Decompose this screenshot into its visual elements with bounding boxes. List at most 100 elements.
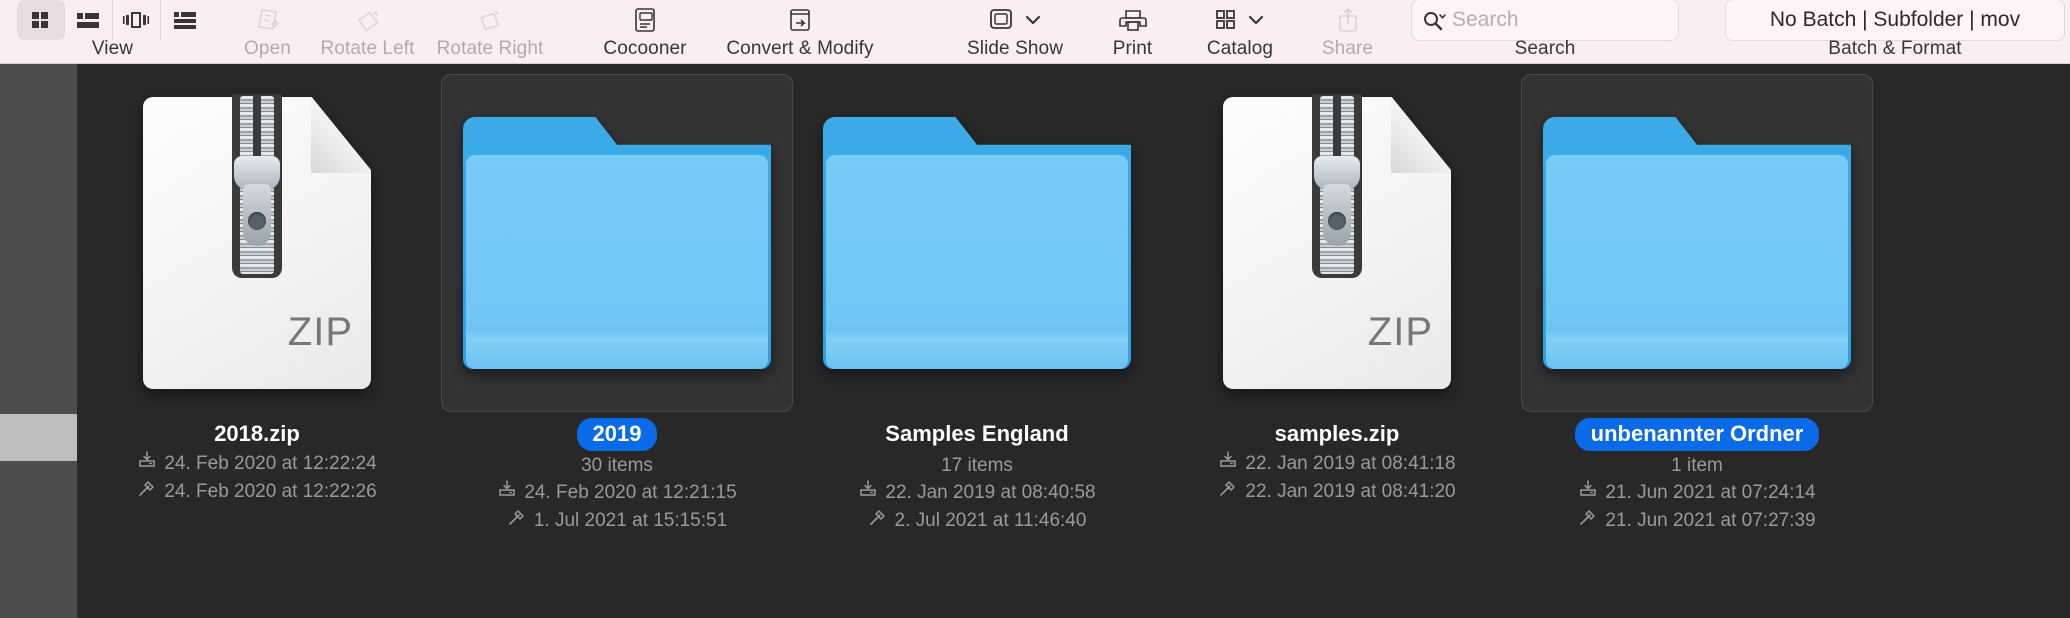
file-item-count: 17 items — [941, 455, 1013, 476]
search-input[interactable]: Search — [1452, 8, 1519, 32]
file-item[interactable]: Samples England 17 items 22. Jan 2019 at 0… — [797, 64, 1157, 535]
file-created-date-row: 24. Feb 2020 at 12:21:15 — [497, 479, 737, 507]
folder-icon — [463, 117, 771, 369]
file-item[interactable]: 2019 30 items 24. Feb 2020 at 12:21:15 1. J… — [437, 64, 797, 535]
toolbar-icon-row — [353, 0, 383, 38]
convert-icon[interactable] — [786, 5, 814, 35]
search-icon — [1422, 9, 1448, 31]
file-name[interactable]: samples.zip — [1275, 421, 1400, 447]
chevron-down-icon[interactable] — [1015, 10, 1043, 30]
zipper-tab-hole — [1328, 212, 1346, 230]
toolbar-group-rotr: Rotate Right — [425, 0, 555, 63]
zipper-tape — [1312, 94, 1362, 278]
created-date-icon — [497, 479, 517, 507]
modified-date-text: 22. Jan 2019 at 08:41:20 — [1245, 481, 1456, 502]
file-item[interactable]: ZIP 2018.zip 24. Feb 2020 at 12:22:24 24. F… — [77, 64, 437, 506]
folder-front — [466, 155, 768, 369]
toolbar-label-print: Print — [1112, 38, 1153, 59]
toolbar-icon-row — [987, 0, 1043, 38]
file-name[interactable]: Samples England — [885, 421, 1068, 447]
toolbar-group-batch: No Batch | Subfolder | mov Batch & Format — [1720, 0, 2070, 63]
open-icon[interactable] — [253, 5, 283, 35]
catalog-icon[interactable] — [1214, 8, 1238, 32]
toolbar-group-share: Share — [1300, 0, 1395, 63]
file-item-count: 1 item — [1671, 455, 1723, 476]
file-created-date-row: 24. Feb 2020 at 12:22:24 — [137, 450, 377, 478]
file-caption: samples.zip 22. Jan 2019 at 08:41:18 22. J… — [1157, 412, 1517, 506]
file-title-row: samples.zip — [1275, 418, 1400, 450]
modified-date-text: 24. Feb 2020 at 12:22:26 — [164, 481, 377, 502]
toolbar-label-rotr: Rotate Right — [436, 38, 544, 59]
sidebar-selected-row[interactable] — [0, 414, 77, 461]
toolbar-label-catalog: Catalog — [1206, 38, 1274, 59]
toolbar-icon-row — [475, 0, 505, 38]
grid-view-button[interactable] — [16, 0, 65, 40]
zipper-tab-hole — [248, 212, 266, 230]
cocooner-icon[interactable] — [631, 5, 659, 35]
search-field[interactable]: Search — [1411, 0, 1679, 41]
file-caption: 2019 30 items 24. Feb 2020 at 12:21:15 1. J… — [437, 412, 797, 535]
file-title-row: 2019 — [576, 417, 658, 451]
toolbar-label-open: Open — [244, 38, 291, 59]
modified-date-icon — [868, 507, 888, 535]
file-name[interactable]: 2018.zip — [214, 421, 300, 447]
toolbar-label-convert: Convert & Modify — [726, 38, 874, 59]
toolbar-group-convert: Convert & Modify — [700, 0, 900, 63]
rotate-right-icon[interactable] — [475, 5, 505, 35]
file-caption: 2018.zip 24. Feb 2020 at 12:22:24 24. Feb … — [77, 412, 437, 506]
folder-icon — [823, 117, 1131, 369]
file-modified-date-row: 21. Jun 2021 at 07:27:39 — [1578, 507, 1816, 535]
file-created-date-row: 22. Jan 2019 at 08:41:18 — [1218, 450, 1456, 478]
toolbar-label-view: View — [91, 38, 134, 59]
toolbar-icon-row — [631, 0, 659, 38]
list-icon — [75, 9, 101, 31]
toolbar-group-cocoon: Cocooner — [590, 0, 700, 63]
filmstrip-icon — [123, 9, 149, 31]
file-title-row: 2018.zip — [214, 418, 300, 450]
toolbar-group-print: Print — [1085, 0, 1180, 63]
print-icon[interactable] — [1118, 7, 1148, 33]
toolbar-label-share: Share — [1321, 38, 1374, 59]
file-thumbnail[interactable] — [1521, 74, 1873, 412]
file-thumbnail[interactable]: ZIP — [81, 74, 433, 412]
filmstrip-view-button[interactable] — [113, 0, 161, 40]
created-date-text: 24. Feb 2020 at 12:22:24 — [164, 453, 377, 474]
created-date-text: 21. Jun 2021 at 07:24:14 — [1605, 482, 1816, 503]
zip-page-fold — [1391, 97, 1451, 173]
toolbar-label-cocoon: Cocooner — [603, 38, 687, 59]
file-item[interactable]: unbenannter Ordner 1 item 21. Jun 2021 at … — [1517, 64, 1877, 535]
chevron-down-icon[interactable] — [1238, 10, 1266, 30]
toolbar-group-catalog: Catalog — [1180, 0, 1300, 63]
file-name[interactable]: unbenannter Ordner — [1574, 417, 1820, 451]
file-modified-date-row: 2. Jul 2021 at 11:46:40 — [868, 507, 1086, 535]
created-date-icon — [1218, 450, 1238, 478]
zipper-pull — [234, 156, 280, 252]
zip-page-fold — [311, 97, 371, 173]
file-browser-canvas[interactable]: ZIP 2018.zip 24. Feb 2020 at 12:22:24 24. F… — [77, 64, 2070, 618]
list-view-button[interactable] — [65, 0, 113, 40]
file-thumbnail[interactable] — [441, 74, 793, 412]
modified-date-text: 1. Jul 2021 at 15:15:51 — [533, 510, 728, 531]
modified-date-icon — [1578, 507, 1598, 535]
created-date-icon — [858, 479, 878, 507]
created-date-text: 22. Jan 2019 at 08:40:58 — [885, 482, 1096, 503]
batch-format-field[interactable]: No Batch | Subfolder | mov — [1725, 0, 2065, 41]
rotate-left-icon[interactable] — [353, 5, 383, 35]
created-date-text: 22. Jan 2019 at 08:41:18 — [1245, 453, 1456, 474]
share-icon[interactable] — [1336, 6, 1360, 34]
left-sidebar[interactable] — [0, 64, 77, 618]
modified-date-icon — [1218, 478, 1238, 506]
file-caption: Samples England 17 items 22. Jan 2019 at 0… — [797, 412, 1157, 535]
file-modified-date-row: 22. Jan 2019 at 08:41:20 — [1218, 478, 1456, 506]
file-thumbnail[interactable] — [801, 74, 1153, 412]
file-thumbnail[interactable]: ZIP — [1161, 74, 1513, 412]
file-name[interactable]: 2019 — [576, 417, 658, 451]
created-date-text: 24. Feb 2020 at 12:21:15 — [524, 482, 737, 503]
toolbar-group-slide: Slide Show — [945, 0, 1085, 63]
zip-format-label: ZIP — [287, 310, 353, 354]
file-item[interactable]: ZIP samples.zip 22. Jan 2019 at 08:41:18 22… — [1157, 64, 1517, 506]
file-created-date-row: 22. Jan 2019 at 08:40:58 — [858, 479, 1096, 507]
slideshow-icon[interactable] — [987, 6, 1015, 34]
detail-list-view-button[interactable] — [161, 0, 209, 40]
zipper-pull — [1314, 156, 1360, 252]
